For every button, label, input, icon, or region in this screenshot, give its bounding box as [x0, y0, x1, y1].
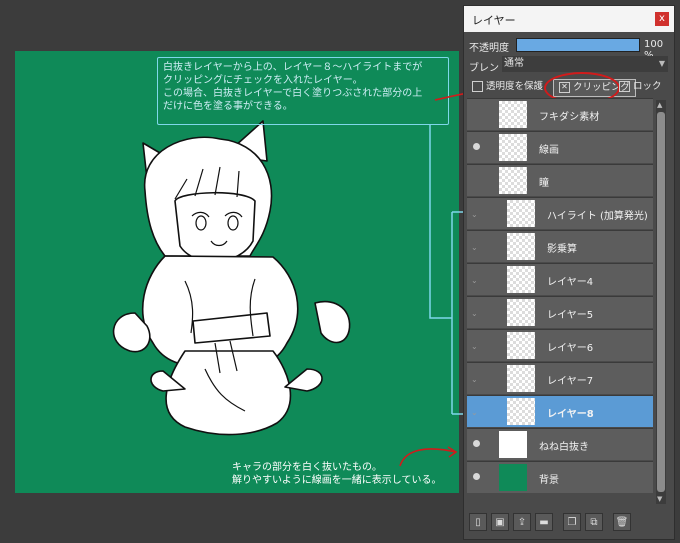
bottom-note-line: キャラの部分を白く抜いたもの。: [232, 462, 382, 473]
layer-name: ハイライト (加算発光): [547, 211, 648, 222]
panel-titlebar[interactable]: レイヤー x: [464, 6, 674, 32]
protect-alpha-label: 透明度を保護: [486, 81, 544, 92]
layer-thumbnail: [507, 233, 535, 260]
layer-row[interactable]: 線画: [467, 131, 653, 163]
layer-thumbnail: [507, 332, 535, 359]
layer-name: フキダシ素材: [539, 112, 600, 123]
drawing-canvas[interactable]: 白抜きレイヤーから上の、レイヤー８〜ハイライトまでが クリッピングにチェックを入…: [15, 51, 459, 493]
layer-thumbnail: [499, 167, 527, 194]
layer-name: 線画: [539, 145, 559, 156]
layer-name: 背景: [539, 475, 559, 486]
layer-thumbnail: [499, 101, 527, 128]
clip-marker-icon: ⌄: [471, 243, 478, 252]
layer-name: レイヤー4: [547, 277, 594, 288]
import-layer-icon[interactable]: ⇪: [513, 513, 531, 531]
layer-thumbnail: [499, 464, 527, 491]
layer-row[interactable]: ⌄ レイヤー6: [467, 329, 653, 361]
layer-thumbnail: [507, 299, 535, 326]
clip-marker-icon: ⌄: [471, 342, 478, 351]
scroll-up-icon[interactable]: ▲: [657, 101, 662, 109]
layer-thumbnail: [507, 266, 535, 293]
layer-row[interactable]: ねね白抜き: [467, 428, 653, 460]
lock-label: ロック: [633, 81, 662, 92]
layer-toolbar: ▯ ▣ ⇪ ▬ ❐ ⧉ 🗑: [467, 511, 667, 535]
layer-panel: レイヤー x 不透明度 100 % ブレンド 通常 ▼ 透明度を保護 ✕クリッピ…: [463, 5, 675, 540]
layer-row[interactable]: ⌄ レイヤー7: [467, 362, 653, 394]
top-note-line: この場合、白抜きレイヤーで白く塗りつぶされた部分の上: [163, 88, 423, 99]
layer-thumbnail: [499, 431, 527, 458]
visibility-icon[interactable]: [473, 440, 480, 447]
opacity-slider[interactable]: [516, 38, 640, 52]
checkbox-icon: [472, 81, 483, 92]
layer-name: 瞳: [539, 178, 549, 189]
layer-thumbnail: [507, 200, 535, 227]
clip-marker-icon: ⌄: [471, 408, 478, 417]
layer-row[interactable]: ⌄ ハイライト (加算発光): [467, 197, 653, 229]
clip-marker-icon: ⌄: [471, 309, 478, 318]
top-note: 白抜きレイヤーから上の、レイヤー８〜ハイライトまでが クリッピングにチェックを入…: [163, 61, 422, 113]
duplicate-layer-icon[interactable]: ❐: [563, 513, 581, 531]
opacity-slider-fill: [517, 39, 639, 51]
scroll-down-icon[interactable]: ▼: [657, 495, 662, 503]
layer-thumbnail: [499, 134, 527, 161]
close-button[interactable]: x: [655, 12, 669, 26]
top-note-line: クリッピングにチェックを入れたレイヤー。: [163, 75, 363, 86]
layer-name: ねね白抜き: [539, 442, 589, 453]
layer-row[interactable]: ⌄ レイヤー5: [467, 296, 653, 328]
layer-name: レイヤー7: [547, 376, 594, 387]
visibility-icon[interactable]: [473, 473, 480, 480]
visibility-icon[interactable]: [473, 143, 480, 150]
layer-row[interactable]: ⌄ 影乗算: [467, 230, 653, 262]
trash-icon[interactable]: 🗑: [613, 513, 631, 531]
new-halftone-layer-icon[interactable]: ▣: [491, 513, 509, 531]
top-note-line: 白抜きレイヤーから上の、レイヤー８〜ハイライトまでが: [163, 62, 423, 73]
layer-name: 影乗算: [547, 244, 577, 255]
scrollbar-thumb[interactable]: [657, 112, 665, 492]
layer-name: レイヤー5: [547, 310, 594, 321]
layer-name: レイヤー8: [547, 409, 594, 420]
blend-mode-select[interactable]: 通常 ▼: [502, 56, 668, 72]
chevron-down-icon: ▼: [658, 59, 665, 68]
layer-row[interactable]: 背景: [467, 461, 653, 493]
new-layer-icon[interactable]: ▯: [469, 513, 487, 531]
blend-mode-value: 通常: [504, 58, 524, 69]
layer-name: レイヤー6: [547, 343, 594, 354]
layer-scrollbar[interactable]: ▲ ▼: [656, 100, 666, 504]
bottom-note: キャラの部分を白く抜いたもの。 解りやすいように線画を一緒に表示している。: [232, 461, 442, 487]
layer-thumbnail: [507, 398, 535, 425]
new-folder-icon[interactable]: ▬: [535, 513, 553, 531]
opacity-label: 不透明度: [469, 43, 509, 54]
layer-row[interactable]: フキダシ素材: [467, 98, 653, 130]
panel-title: レイヤー: [472, 14, 516, 27]
lock-checkbox[interactable]: ロック: [619, 79, 662, 95]
clip-marker-icon: ⌄: [471, 210, 478, 219]
bottom-note-line: 解りやすいように線画を一緒に表示している。: [232, 475, 442, 486]
top-note-line: だけに色を塗る事ができる。: [163, 101, 293, 112]
layer-row[interactable]: ⌄ レイヤー4: [467, 263, 653, 295]
protect-alpha-checkbox[interactable]: 透明度を保護: [472, 79, 543, 95]
layer-row[interactable]: 瞳: [467, 164, 653, 196]
layer-thumbnail: [507, 365, 535, 392]
merge-layer-icon[interactable]: ⧉: [585, 513, 603, 531]
clip-marker-icon: ⌄: [471, 375, 478, 384]
clip-marker-icon: ⌄: [471, 276, 478, 285]
checkbox-icon: [619, 81, 630, 92]
layer-row-selected[interactable]: ⌄ レイヤー8: [467, 395, 653, 427]
